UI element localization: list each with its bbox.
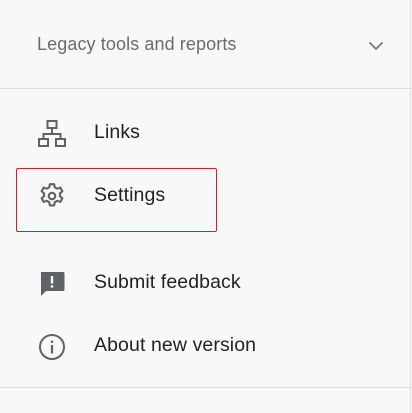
- nav-item-label: Settings: [94, 184, 166, 206]
- nav-item-settings[interactable]: Settings: [0, 169, 411, 221]
- nav-item-label: Links: [94, 121, 141, 143]
- legacy-tools-section-header[interactable]: Legacy tools and reports: [0, 0, 411, 89]
- links-icon: [38, 120, 66, 147]
- nav-item-label: About new version: [94, 334, 257, 356]
- feedback-icon: [40, 272, 65, 296]
- nav-item-label: Submit feedback: [94, 271, 241, 293]
- info-icon: [39, 334, 65, 360]
- bottom-divider: [0, 387, 411, 388]
- sidebar-panel: Legacy tools and reports Links Settings: [0, 0, 411, 413]
- nav-item-about-new-version[interactable]: About new version: [0, 319, 411, 371]
- gear-icon: [40, 183, 64, 207]
- chevron-down-icon[interactable]: [366, 36, 386, 56]
- section-title: Legacy tools and reports: [37, 34, 237, 54]
- nav-item-submit-feedback[interactable]: Submit feedback: [0, 256, 411, 308]
- nav-item-links[interactable]: Links: [0, 106, 411, 158]
